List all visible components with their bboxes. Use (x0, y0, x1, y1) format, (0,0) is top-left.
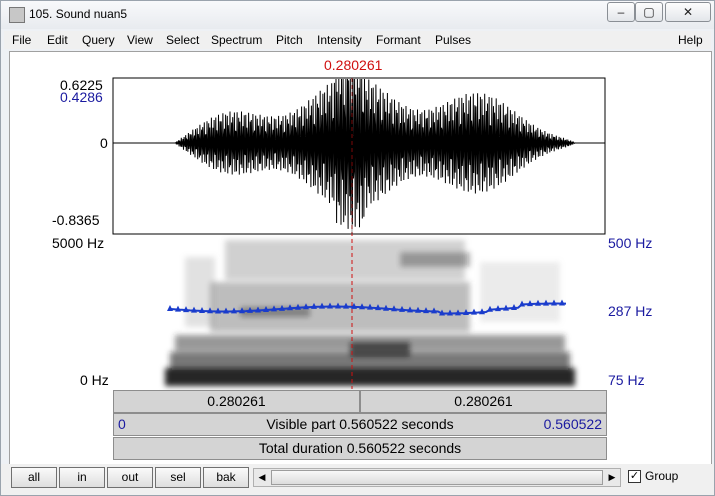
scroll-left-icon[interactable]: ◀ (254, 469, 270, 486)
close-button[interactable]: ✕ (665, 2, 711, 22)
menu-bar: File Edit Query View Select Spectrum Pit… (4, 31, 711, 49)
maximize-button[interactable]: ▢ (635, 2, 663, 22)
menu-edit[interactable]: Edit (47, 33, 68, 47)
visible-part-label: Visible part 0.560522 seconds (266, 416, 454, 432)
menu-spectrum[interactable]: Spectrum (211, 33, 262, 47)
menu-intensity[interactable]: Intensity (317, 33, 362, 47)
menu-query[interactable]: Query (82, 33, 115, 47)
menu-formant[interactable]: Formant (376, 33, 421, 47)
menu-file[interactable]: File (12, 33, 31, 47)
group-label: Group (645, 469, 679, 483)
time-segment-right[interactable]: 0.280261 (360, 390, 607, 413)
minimize-button[interactable]: ‒ (607, 2, 635, 22)
zoom-back-button[interactable]: bak (203, 467, 249, 488)
window-title: 105. Sound nuan5 (29, 7, 128, 21)
group-checkbox[interactable]: ✓ (628, 470, 641, 483)
scroll-thumb[interactable] (271, 470, 603, 485)
menu-help[interactable]: Help (678, 33, 703, 47)
menu-view[interactable]: View (127, 33, 153, 47)
sound-editor-window: 105. Sound nuan5 ‒ ▢ ✕ File Edit Query V… (0, 0, 715, 496)
menu-select[interactable]: Select (166, 33, 199, 47)
zoom-selection-button[interactable]: sel (155, 467, 201, 488)
praat-app-icon (9, 7, 25, 23)
zoom-out-button[interactable]: out (107, 467, 153, 488)
time-segment-left[interactable]: 0.280261 (113, 390, 360, 413)
zoom-all-button[interactable]: all (11, 467, 57, 488)
bottom-toolbar: all in out sel bak ◀ ▶ ✓ Group (1, 464, 714, 495)
visible-end-label: 0.560522 (543, 416, 602, 432)
horizontal-scrollbar[interactable]: ◀ ▶ (253, 468, 621, 487)
sound-canvas[interactable]: 0.280261 0.6225 0.4286 0 -0.8365 5000 Hz… (9, 51, 712, 465)
zoom-in-button[interactable]: in (59, 467, 105, 488)
menu-pulses[interactable]: Pulses (435, 33, 471, 47)
title-bar[interactable]: 105. Sound nuan5 ‒ ▢ ✕ (1, 1, 714, 29)
visible-start-label: 0 (118, 416, 126, 432)
visible-part-panel[interactable]: 0 Visible part 0.560522 seconds 0.560522 (113, 413, 607, 436)
total-duration-panel[interactable]: Total duration 0.560522 seconds (113, 437, 607, 460)
scroll-right-icon[interactable]: ▶ (604, 469, 620, 486)
menu-pitch[interactable]: Pitch (276, 33, 303, 47)
